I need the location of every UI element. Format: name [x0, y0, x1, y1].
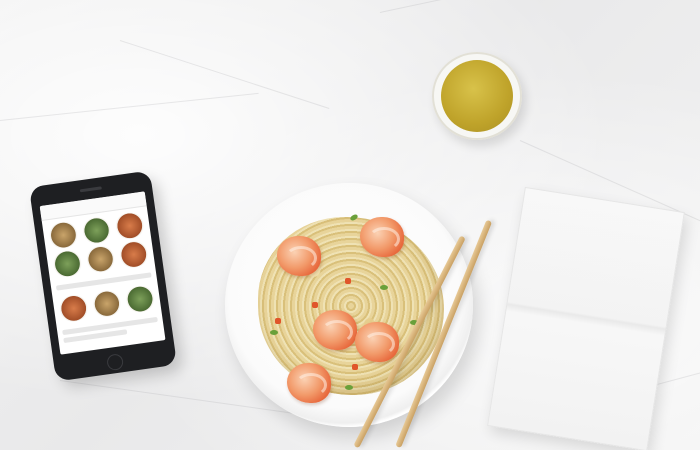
marble-vein — [119, 40, 330, 109]
phone-screen — [39, 191, 166, 355]
marble-vein — [379, 0, 557, 13]
carrot-piece — [345, 278, 351, 284]
napkin-icon — [487, 186, 685, 450]
carrot-piece — [352, 364, 358, 370]
food-thumbnail — [123, 284, 158, 315]
food-thumbnail — [56, 293, 91, 324]
food-thumbnail — [46, 220, 81, 251]
food-thumbnail — [112, 210, 147, 241]
carrot-piece — [312, 302, 318, 308]
shrimp — [277, 236, 321, 276]
shrimp — [355, 322, 399, 362]
green-onion — [270, 330, 278, 335]
food-thumbnail — [50, 248, 85, 279]
phone-speaker — [79, 186, 102, 193]
marble-vein — [0, 92, 259, 121]
carrot-piece — [275, 318, 281, 324]
shrimp — [360, 217, 404, 257]
food-thumbnail — [89, 288, 124, 319]
food-thumbnail — [83, 244, 118, 275]
green-onion — [380, 285, 388, 290]
smartphone-icon — [28, 170, 178, 382]
food-thumbnail — [116, 239, 151, 270]
shrimp — [313, 310, 357, 350]
food-thumbnails — [42, 206, 156, 283]
food-thumbnail — [79, 215, 114, 246]
green-onion — [345, 385, 353, 390]
photo-scene — [0, 0, 700, 450]
home-button — [106, 353, 125, 372]
shrimp — [287, 363, 331, 403]
green-tea — [441, 60, 513, 132]
napkin-fold — [488, 187, 684, 450]
tea-cup-icon — [432, 52, 522, 140]
